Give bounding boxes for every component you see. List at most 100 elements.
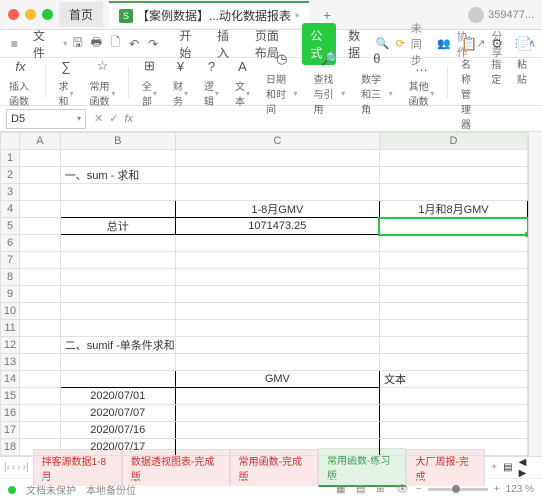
maximize-window-icon[interactable] <box>42 9 53 20</box>
row-header[interactable]: 5 <box>1 218 20 235</box>
ribbon-insert-function[interactable]: fx 插入函数 <box>6 55 35 108</box>
hamburger-icon[interactable]: ≡ <box>6 34 23 54</box>
add-sheet-button[interactable]: + <box>485 462 503 473</box>
lookup-icon: 🔎 <box>321 48 337 70</box>
cell[interactable]: 一、sum - 求和 <box>60 167 175 184</box>
formula-input[interactable] <box>137 109 542 129</box>
print-icon[interactable]: 🖶 <box>88 34 105 54</box>
fx-icon: fx <box>15 55 25 77</box>
row-header[interactable]: 19 <box>1 456 20 457</box>
row-header[interactable]: 10 <box>1 303 20 320</box>
cell-selected[interactable] <box>379 218 527 235</box>
accept-icon[interactable]: ✓ <box>109 112 118 125</box>
ribbon-finance[interactable]: ¥ 财务▾ <box>170 55 191 108</box>
cell[interactable]: 二、sumif -单条件求和 <box>60 337 175 354</box>
cell[interactable]: 2020/07/16 <box>60 422 175 439</box>
sheet-nav-prev[interactable]: ‹ <box>12 462 15 473</box>
divider <box>447 66 448 98</box>
sheet-nav-next[interactable]: › <box>17 462 20 473</box>
row-header[interactable]: 9 <box>1 286 20 303</box>
cell[interactable]: 2020/07/17 <box>60 439 175 456</box>
select-all-corner[interactable] <box>1 133 20 150</box>
sheet-nav-first[interactable]: |‹ <box>4 462 10 473</box>
ribbon-sum[interactable]: ∑ 求和▾ <box>56 55 77 108</box>
cell[interactable] <box>175 456 379 457</box>
zoom-level[interactable]: 123 % <box>506 484 534 495</box>
minimize-window-icon[interactable] <box>25 9 36 20</box>
sheet-list-icon[interactable]: ▤ <box>503 462 512 473</box>
zoom-out-button[interactable]: − <box>416 484 422 495</box>
cell[interactable] <box>175 405 379 422</box>
row-header[interactable]: 8 <box>1 269 20 286</box>
name-box[interactable]: D5 ▾ <box>6 109 86 129</box>
redo-icon[interactable]: ↷ <box>145 34 162 54</box>
window-controls <box>8 9 53 20</box>
save-icon[interactable]: 🖫 <box>69 34 86 54</box>
vertical-scrollbar[interactable] <box>528 132 542 456</box>
view-split-icon[interactable]: ⊞ <box>376 484 390 496</box>
cell[interactable]: 2020/08/08 <box>60 456 175 457</box>
undo-icon[interactable]: ↶ <box>126 34 143 54</box>
cell[interactable] <box>60 201 175 218</box>
fx-button[interactable]: fx <box>124 113 133 125</box>
sheet-nav-last[interactable]: ›| <box>23 462 29 473</box>
row-header[interactable]: 11 <box>1 320 20 337</box>
row-header[interactable]: 12 <box>1 337 20 354</box>
col-header-B[interactable]: B <box>60 133 175 150</box>
cell[interactable]: 1月和8月GMV <box>379 201 527 218</box>
row-header[interactable]: 14 <box>1 371 20 388</box>
chevron-down-icon[interactable]: ▾ <box>77 114 81 123</box>
ribbon-all[interactable]: ⊞ 全部▾ <box>139 55 160 108</box>
cell[interactable]: 总计 <box>60 218 175 235</box>
view-page-icon[interactable]: ▤ <box>356 484 370 496</box>
collab-icon[interactable]: 👥 <box>437 37 451 50</box>
cell[interactable]: 2020/07/07 <box>60 405 175 422</box>
cell[interactable] <box>175 388 379 405</box>
row-header[interactable]: 4 <box>1 201 20 218</box>
cell[interactable] <box>175 439 379 456</box>
sync-icon[interactable]: ⟳ <box>396 37 405 50</box>
cell[interactable]: 1-8月GMV <box>175 201 379 218</box>
row-header[interactable]: 3 <box>1 184 20 201</box>
status-backup[interactable]: 本地备份位 <box>86 482 136 497</box>
divider <box>45 66 46 98</box>
cancel-icon[interactable]: ✕ <box>94 112 103 125</box>
row-header[interactable]: 16 <box>1 405 20 422</box>
ribbon-text[interactable]: A 文本▾ <box>232 55 253 108</box>
cell[interactable] <box>60 371 175 388</box>
ribbon-common[interactable]: ☆ 常用函数▾ <box>87 55 119 108</box>
col-header-A[interactable]: A <box>20 133 61 150</box>
status-protection[interactable]: 文档未保护 <box>26 482 76 497</box>
ribbon-other[interactable]: … 其他函数▾ <box>406 55 438 108</box>
view-normal-icon[interactable]: ▦ <box>336 484 350 496</box>
chevron-down-icon[interactable]: ▾ <box>295 11 299 20</box>
cell[interactable]: 1071473.25 <box>175 218 379 235</box>
spreadsheet-grid[interactable]: A B C D 1 2 一、sum - 求和 3 4 1-8月GMV1月和8月GMV… <box>0 132 528 456</box>
ribbon-logic[interactable]: ? 逻辑▾ <box>201 55 222 108</box>
row-header[interactable]: 1 <box>1 150 20 167</box>
col-header-C[interactable]: C <box>175 133 379 150</box>
row-header[interactable]: 15 <box>1 388 20 405</box>
cell[interactable] <box>175 422 379 439</box>
cell[interactable]: 文本 <box>379 371 527 388</box>
scroll-h[interactable]: ◀ ▶ <box>513 457 542 479</box>
zoom-in-button[interactable]: + <box>494 484 500 495</box>
row-header[interactable]: 2 <box>1 167 20 184</box>
cell[interactable]: GMV <box>175 371 379 388</box>
math-icon: θ <box>373 48 380 70</box>
chevron-down-icon[interactable]: ▾ <box>63 39 67 48</box>
row-header[interactable]: 7 <box>1 252 20 269</box>
tab-home[interactable]: 首页 <box>59 2 103 27</box>
row-header[interactable]: 13 <box>1 354 20 371</box>
view-reading-icon[interactable]: 👁 <box>396 484 410 496</box>
row-header[interactable]: 17 <box>1 422 20 439</box>
row-header[interactable]: 6 <box>1 235 20 252</box>
cell[interactable]: 2020/07/01 <box>60 388 175 405</box>
close-window-icon[interactable] <box>8 9 19 20</box>
col-header-D[interactable]: D <box>379 133 527 150</box>
zoom-slider[interactable] <box>428 488 488 491</box>
new-tab-button[interactable]: + <box>315 7 339 23</box>
row-header[interactable]: 18 <box>1 439 20 456</box>
print-preview-icon[interactable]: 🗋 <box>107 34 124 54</box>
name-mgr-icon: 📋 <box>461 33 477 55</box>
